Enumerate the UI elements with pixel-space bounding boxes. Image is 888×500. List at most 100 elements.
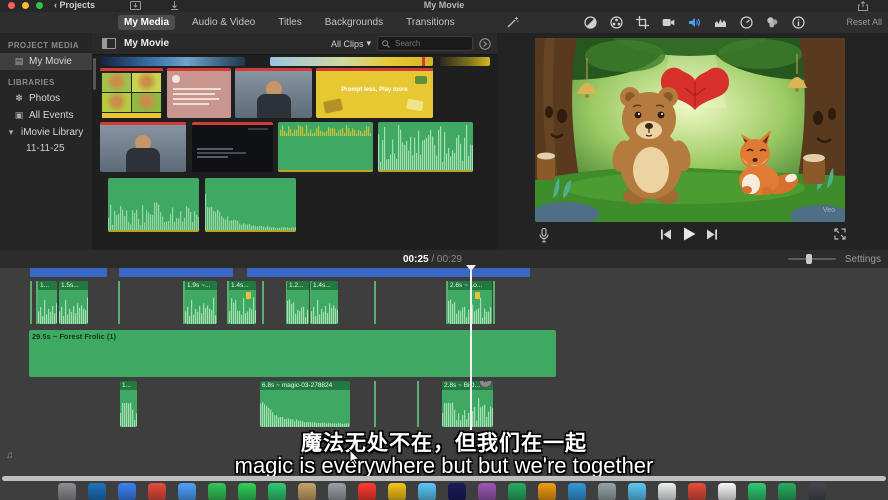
info-icon[interactable] (792, 16, 805, 29)
zoom-slider-thumb[interactable] (806, 254, 812, 264)
dock-app-icon[interactable] (748, 483, 766, 500)
waveform (59, 297, 88, 324)
clip-label: 1.2... (287, 281, 309, 290)
dock-app-icon[interactable] (808, 483, 826, 500)
audio-clip[interactable]: 1... (120, 381, 137, 427)
playhead[interactable] (470, 265, 472, 430)
dock[interactable] (0, 483, 888, 500)
dock-app-icon[interactable] (178, 483, 196, 500)
dock-app-icon[interactable] (88, 483, 106, 500)
timeline-settings-button[interactable]: Settings (845, 254, 881, 265)
speed-icon[interactable] (740, 16, 753, 29)
preview-viewer[interactable]: Veo (535, 38, 845, 222)
dock-app-icon[interactable] (778, 483, 796, 500)
sidebar-item-event-11-11-25[interactable]: 11-11-25 (0, 141, 92, 156)
volume-icon[interactable] (688, 16, 701, 29)
media-thumbnail-strip-dark-yellow[interactable] (440, 57, 490, 66)
search-icon (382, 40, 390, 48)
noise-reduction-icon[interactable] (714, 16, 727, 29)
play-button[interactable] (683, 227, 696, 241)
sidebar-item-all-events[interactable]: ▣ All Events (0, 107, 92, 124)
fullscreen-icon[interactable] (834, 228, 846, 240)
tab-audio-video[interactable]: Audio & Video (186, 15, 261, 30)
dock-app-icon[interactable] (328, 483, 346, 500)
media-thumbnail-strip-blue[interactable] (100, 57, 245, 66)
audio-clip[interactable]: 1.5s... (59, 281, 88, 324)
dock-app-icon[interactable] (688, 483, 706, 500)
tab-titles[interactable]: Titles (272, 15, 308, 30)
dock-app-icon[interactable] (208, 483, 226, 500)
timeline-zoom-slider[interactable] (788, 258, 836, 260)
title-bar-clip[interactable] (119, 268, 233, 277)
sidebar-toggle-icon[interactable] (102, 38, 116, 49)
veo-watermark: Veo (823, 207, 835, 214)
dock-app-icon[interactable] (238, 483, 256, 500)
dock-app-icon[interactable] (268, 483, 286, 500)
audio-clip[interactable]: 2.8s ~ BiO...✕ (442, 381, 493, 427)
dock-app-icon[interactable] (388, 483, 406, 500)
dock-app-icon[interactable] (658, 483, 676, 500)
clip-edge-line (374, 281, 376, 324)
audio-clip[interactable]: 1... (38, 281, 57, 324)
dock-app-icon[interactable] (58, 483, 76, 500)
media-thumbnail-pink-doc[interactable] (167, 68, 231, 118)
color-balance-icon[interactable] (584, 16, 597, 29)
dock-app-icon[interactable] (118, 483, 136, 500)
media-thumbnail-terminal[interactable] (192, 122, 273, 172)
dock-app-icon[interactable] (628, 483, 646, 500)
media-thumbnail-audio-decay[interactable] (205, 178, 296, 232)
tab-backgrounds[interactable]: Backgrounds (319, 15, 389, 30)
dock-app-icon[interactable] (298, 483, 316, 500)
audio-clip[interactable]: 6.8s ~ magic-03-278824 (260, 381, 350, 427)
media-thumbnail-yellow-slide[interactable]: Prompt less, Play more (316, 68, 433, 118)
circled-arrow-icon[interactable] (479, 38, 491, 50)
dock-app-icon[interactable] (568, 483, 586, 500)
clip-label: 1.4s... (229, 281, 256, 290)
media-thumbnail-man-dark[interactable] (235, 68, 312, 118)
tab-my-media[interactable]: My Media (118, 15, 175, 30)
sidebar-item-photos[interactable]: ✽ Photos (0, 90, 92, 107)
dock-app-icon[interactable] (478, 483, 496, 500)
dock-app-icon[interactable] (418, 483, 436, 500)
stabilization-icon[interactable] (662, 16, 675, 29)
audio-clip[interactable]: 1.4s... (229, 281, 256, 324)
color-correction-icon[interactable] (610, 16, 623, 29)
title-bar-clip[interactable] (30, 268, 107, 277)
dock-app-icon[interactable] (148, 483, 166, 500)
clip-marker-icon (475, 292, 480, 299)
share-icon[interactable] (858, 1, 868, 11)
sidebar-item-my-movie[interactable]: ▤ My Movie (0, 53, 92, 70)
dock-app-icon[interactable] (718, 483, 736, 500)
tab-transitions[interactable]: Transitions (400, 15, 461, 30)
search-box[interactable] (377, 36, 473, 51)
color-drops-icon[interactable] (766, 16, 779, 29)
enhance-wand-icon[interactable] (506, 16, 519, 29)
video-clip-forest-frolic[interactable]: 29.5s ~ Forest Frolic (1) (29, 330, 556, 377)
dock-app-icon[interactable] (448, 483, 466, 500)
dock-app-icon[interactable] (538, 483, 556, 500)
media-thumbnail-audio-spiky[interactable] (378, 122, 473, 172)
media-thumbnail-audio-wave[interactable] (108, 178, 199, 232)
dock-app-icon[interactable] (358, 483, 376, 500)
reset-all-button[interactable]: Reset All (846, 17, 882, 27)
audio-clip[interactable]: 1.4s... (311, 281, 338, 324)
libraries-header: LIBRARIES (0, 70, 92, 90)
voiceover-mic-icon[interactable] (539, 228, 549, 243)
crop-icon[interactable] (636, 16, 649, 29)
dock-app-icon[interactable] (598, 483, 616, 500)
media-thumbnail-man-headphones[interactable] (100, 122, 186, 172)
media-thumbnail-bear-grid[interactable] (100, 68, 163, 118)
browser-scrollbar[interactable] (93, 58, 96, 90)
search-input[interactable] (393, 38, 459, 49)
audio-clip[interactable]: 1.9s ~... (185, 281, 217, 324)
media-thumbnail-audio-top[interactable] (278, 122, 373, 172)
skip-back-icon[interactable] (660, 229, 672, 240)
audio-clip[interactable]: 1.2... (287, 281, 309, 324)
sidebar-item-imovie-library[interactable]: ▾ iMovie Library (0, 124, 92, 141)
dock-app-icon[interactable] (508, 483, 526, 500)
clip-edge-line (118, 281, 120, 324)
all-clips-dropdown[interactable]: All Clips▾ (331, 38, 371, 49)
title-bar-clip[interactable] (247, 268, 530, 277)
skip-forward-icon[interactable] (706, 229, 718, 240)
media-thumbnail-strip-sky-yellow[interactable] (270, 57, 433, 66)
